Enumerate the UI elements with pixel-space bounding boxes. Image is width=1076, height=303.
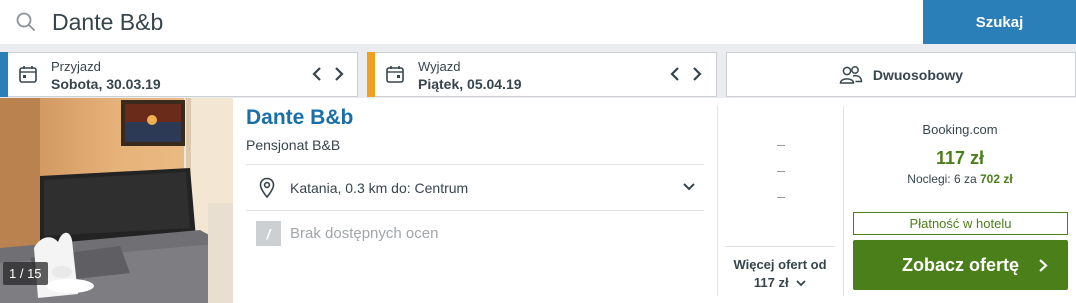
more-offers-price: 117 zł (753, 275, 789, 290)
checkout-label: Wyjazd (418, 59, 461, 74)
nights-prefix: Noclegi: 6 za (907, 172, 977, 186)
map-pin-icon (259, 177, 275, 199)
photo-counter: 1 / 15 (3, 262, 48, 285)
more-offers-label: Więcej ofert od (733, 257, 827, 272)
checkin-accent (0, 52, 8, 97)
rating-text: Brak dostępnych ocen (290, 225, 439, 242)
divider (246, 210, 704, 211)
checkout-prev-chevron-left-icon[interactable] (667, 65, 683, 83)
offer-placeholder-dash (777, 197, 785, 198)
rating-badge: / (256, 221, 281, 246)
column-divider (717, 106, 718, 296)
hotel-type: Pensjonat B&B (246, 137, 341, 153)
people-icon (839, 65, 863, 84)
search-button[interactable]: Szukaj (923, 0, 1076, 44)
checkin-next-chevron-right-icon[interactable] (331, 65, 347, 83)
payment-badge: Płatność w hotelu (853, 212, 1068, 235)
room-type-selector[interactable]: Dwuosobowy (726, 52, 1076, 97)
more-offers-toggle[interactable]: Więcej ofert od 117 zł (725, 246, 835, 303)
location-row[interactable]: Katania, 0.3 km do: Centrum (246, 166, 704, 210)
hotel-result-card: 1 / 15 Dante B&b Pensjonat B&B Katania, … (0, 98, 1076, 303)
checkout-value: Piątek, 05.04.19 (418, 76, 522, 92)
nights-summary: Noclegi: 6 za 702 zł (844, 172, 1076, 186)
checkout-date-picker[interactable]: Wyjazd Piątek, 05.04.19 (367, 52, 717, 97)
view-deal-label: Zobacz ofertę (901, 254, 1020, 275)
deal-panel: Booking.com 117 zł Noclegi: 6 za 702 zł … (844, 98, 1076, 303)
offer-placeholder-dash (777, 145, 785, 146)
room-type-label: Dwuosobowy (872, 66, 964, 83)
divider (246, 164, 704, 165)
checkout-accent (367, 52, 375, 97)
checkin-label: Przyjazd (51, 59, 101, 74)
nights-total: 702 zł (980, 172, 1013, 186)
chevron-down-icon (796, 280, 806, 287)
deal-price[interactable]: 117 zł (844, 148, 1076, 169)
provider-name: Booking.com (922, 122, 998, 137)
checkin-date-picker[interactable]: Przyjazd Sobota, 30.03.19 (0, 52, 358, 97)
search-input[interactable] (52, 4, 912, 40)
hotel-photo[interactable]: 1 / 15 (0, 98, 233, 303)
calendar-icon (19, 66, 37, 83)
checkout-next-chevron-right-icon[interactable] (689, 65, 705, 83)
search-icon (16, 12, 35, 31)
offer-placeholder-dash (777, 171, 785, 172)
checkin-prev-chevron-left-icon[interactable] (309, 65, 325, 83)
view-deal-button[interactable]: Zobacz ofertę (853, 240, 1068, 290)
calendar-icon (386, 66, 404, 83)
hotel-name-link[interactable]: Dante B&b (246, 106, 353, 130)
location-text: Katania, 0.3 km do: Centrum (290, 180, 469, 196)
chevron-down-icon[interactable] (682, 182, 696, 192)
checkin-value: Sobota, 30.03.19 (51, 76, 161, 92)
search-bar: Szukaj (0, 0, 1076, 44)
chevron-right-icon (1039, 259, 1048, 272)
